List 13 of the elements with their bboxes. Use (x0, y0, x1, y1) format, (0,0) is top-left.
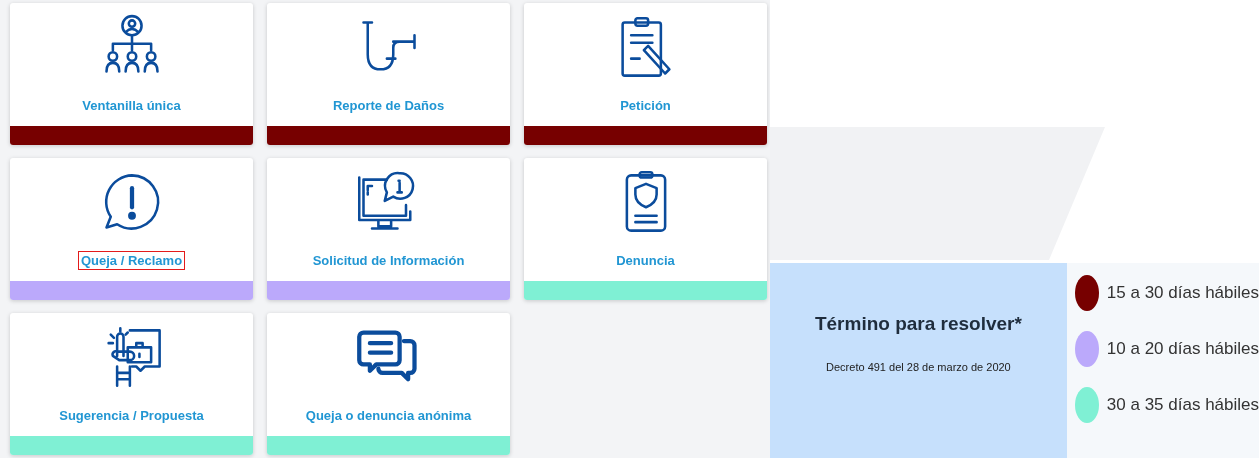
card-link[interactable]: Solicitud de Información (309, 251, 468, 270)
card-link[interactable]: Queja / Reclamo (77, 251, 186, 270)
panel-title: Término para resolver* (814, 313, 1022, 335)
legend-label: 15 a 30 días hábiles (1106, 283, 1259, 303)
card-link[interactable]: Queja o denuncia anónima (302, 406, 475, 425)
legend-label: 30 a 35 días hábiles (1106, 395, 1259, 415)
card-link[interactable]: Petición (617, 96, 674, 115)
legend-label: 10 a 20 días hábiles (1106, 339, 1259, 359)
card-link[interactable]: Denuncia (613, 251, 678, 270)
card-link[interactable]: Reporte de Daños (329, 96, 448, 115)
decree-note: Decreto 491 del 28 de marzo de 2020 (826, 361, 1011, 373)
card-link[interactable]: Sugerencia / Propuesta (56, 406, 207, 425)
card-link[interactable]: Ventanilla única (79, 96, 184, 115)
